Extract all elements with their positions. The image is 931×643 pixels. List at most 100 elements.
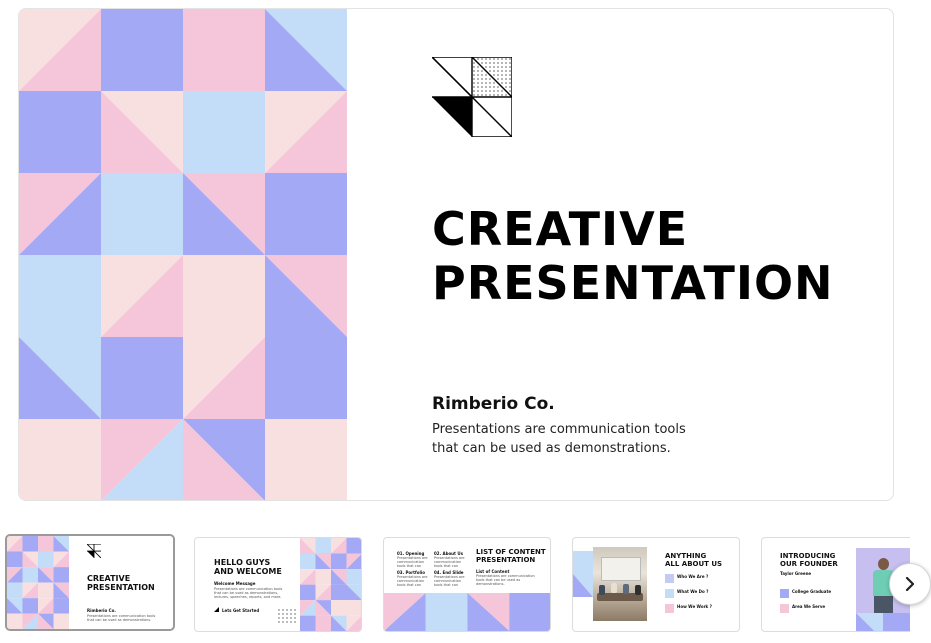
- pattern-tile: [265, 337, 347, 419]
- thumb-list-item: Who We Are ?: [677, 574, 709, 579]
- thumb-text: Presentations are communication tools th…: [397, 575, 428, 587]
- pattern-tile: [19, 91, 101, 173]
- dot-grid-decoration: [278, 609, 296, 623]
- triangle-grid-logo-icon: [87, 544, 101, 558]
- icon-square: [780, 604, 789, 613]
- pattern-tile: [346, 538, 361, 554]
- thumb-cta: Lets Get Started: [222, 608, 260, 613]
- thumb-title: CREATIVE PRESENTATION: [87, 574, 155, 592]
- geometric-pattern: [19, 9, 347, 500]
- pattern-tile: [101, 173, 183, 255]
- thumb-title-line1: LIST OF CONTENT: [476, 548, 546, 556]
- pattern-tile: [300, 584, 316, 601]
- pattern-tile: [7, 613, 23, 629]
- thumbnail-slide-3[interactable]: 01. Opening Presentations are communicat…: [383, 537, 551, 632]
- thumb-text: Presentations are communication tools th…: [434, 556, 465, 568]
- pattern-tile: [53, 598, 69, 614]
- thumb-subtitle: Welcome Message: [214, 581, 256, 586]
- thumb-title-line2: OUR FOUNDER: [780, 560, 838, 568]
- team-photo: [593, 547, 647, 621]
- pattern-tile: [265, 173, 347, 255]
- pattern-tile: [53, 567, 69, 583]
- thumbnail-slide-5[interactable]: INTRODUCING OUR FOUNDER Taylor Greene Co…: [761, 537, 910, 632]
- pattern-tile: [883, 613, 910, 631]
- geometric-pattern: [7, 536, 69, 629]
- chevron-right-icon: [905, 577, 915, 591]
- main-slide-preview[interactable]: CREATIVE PRESENTATION Rimberio Co. Prese…: [18, 8, 894, 501]
- thumbnail-slide-2[interactable]: HELLO GUYS AND WELCOME Welcome Message P…: [194, 537, 362, 632]
- pattern-tile: [315, 615, 331, 631]
- thumb-list-item: What We Do ?: [677, 589, 709, 594]
- pattern-tile: [331, 600, 347, 616]
- thumb-title: LIST OF CONTENT PRESENTATION: [476, 548, 546, 564]
- thumb-title-line2: PRESENTATION: [476, 556, 536, 564]
- icon-square: [665, 574, 674, 583]
- pattern-tile: [331, 553, 347, 570]
- geometric-pattern: [573, 551, 593, 597]
- pattern-tile: [315, 538, 331, 554]
- thumb-text: Presentations are communication tools th…: [476, 574, 535, 586]
- thumb-text: Presentations are communication tools th…: [214, 587, 283, 599]
- pattern-tile: [331, 584, 347, 601]
- thumb-list-item: College Graduate: [792, 589, 832, 594]
- triangle-grid-logo-icon: [432, 57, 512, 137]
- thumb-list-item: Area We Serve: [792, 604, 826, 609]
- pattern-tile: [22, 598, 38, 614]
- geometric-pattern: [300, 538, 361, 631]
- pattern-tile: [183, 255, 265, 337]
- pattern-tile: [101, 337, 183, 419]
- pattern-tile: [53, 613, 69, 629]
- pattern-tile: [265, 419, 347, 500]
- pattern-tile: [183, 91, 265, 173]
- thumb-text: Presentations are communication tools th…: [87, 614, 156, 622]
- pattern-tile: [38, 551, 54, 568]
- triangle-icon: [214, 607, 219, 612]
- pattern-tile: [38, 582, 54, 599]
- thumb-list-item: How We Work ?: [677, 604, 712, 609]
- pattern-tile: [425, 593, 468, 631]
- company-name: Rimberio Co.: [432, 394, 555, 414]
- thumb-title-line2: AND WELCOME: [214, 567, 282, 576]
- thumb-company: Rimberio Co.: [87, 608, 116, 613]
- thumb-title: INTRODUCING OUR FOUNDER: [780, 552, 838, 568]
- thumbnail-strip: CREATIVE PRESENTATION Rimberio Co. Prese…: [0, 534, 931, 634]
- thumb-title-line1: CREATIVE: [87, 574, 131, 583]
- thumb-text: Presentations are communication tools th…: [434, 575, 465, 587]
- pattern-tile: [573, 551, 593, 574]
- icon-square: [665, 604, 674, 613]
- pattern-tile: [300, 615, 316, 631]
- pattern-tile: [509, 593, 550, 631]
- slide-description: Presentations are communication tools th…: [432, 422, 686, 456]
- thumb-subtitle: Taylor Greene: [780, 571, 812, 576]
- pattern-tile: [19, 255, 101, 337]
- slide-title-line2: PRESENTATION: [432, 256, 834, 310]
- thumb-title-line2: ALL ABOUT US: [665, 560, 723, 568]
- next-slides-button[interactable]: [889, 563, 931, 605]
- thumb-text: Presentations are communication tools th…: [397, 556, 428, 568]
- thumb-title-line1: INTRODUCING: [780, 552, 836, 560]
- pattern-tile: [38, 536, 54, 552]
- thumbnail-slide-4[interactable]: ANYTHING ALL ABOUT US Who We Are ? What …: [572, 537, 740, 632]
- pattern-tile: [19, 419, 101, 500]
- pattern-tile: [22, 567, 38, 583]
- thumb-title: HELLO GUYS AND WELCOME: [214, 558, 282, 576]
- pattern-tile: [22, 536, 38, 552]
- pattern-tile: [315, 569, 331, 585]
- icon-square: [780, 589, 789, 598]
- pattern-tile: [7, 582, 23, 599]
- pattern-tile: [346, 600, 361, 616]
- slide-title-line1: CREATIVE: [432, 202, 689, 256]
- geometric-pattern: [384, 593, 550, 631]
- pattern-tile: [7, 551, 23, 568]
- thumb-title-line2: PRESENTATION: [87, 583, 155, 592]
- thumb-title-line1: HELLO GUYS: [214, 558, 271, 567]
- thumbnail-slide-1[interactable]: CREATIVE PRESENTATION Rimberio Co. Prese…: [5, 534, 175, 631]
- icon-square: [665, 589, 674, 598]
- pattern-tile: [300, 553, 316, 570]
- pattern-tile: [101, 9, 183, 91]
- geometric-pattern: [856, 613, 910, 631]
- slide-title: CREATIVE PRESENTATION: [432, 202, 834, 310]
- thumb-title: ANYTHING ALL ABOUT US: [665, 552, 722, 568]
- thumb-title-line1: ANYTHING: [665, 552, 707, 560]
- pattern-tile: [183, 9, 265, 91]
